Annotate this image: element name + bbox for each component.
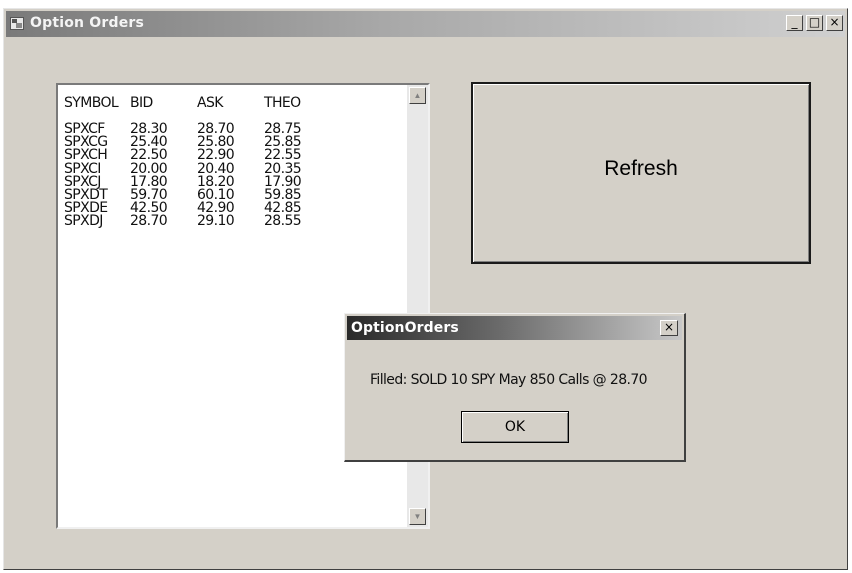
minimize-button[interactable]: _ <box>786 15 803 31</box>
ask-cell: 29.10 <box>197 213 235 230</box>
scroll-up-button[interactable]: ▲ <box>409 87 426 104</box>
close-button[interactable]: × <box>826 15 843 31</box>
theo-cell: 28.55 <box>264 213 302 230</box>
header-symbol: SYMBOL <box>64 95 119 111</box>
filled-dialog: OptionOrders × Filled: SOLD 10 SPY May 8… <box>344 313 686 462</box>
header-ask: ASK <box>197 95 223 111</box>
dialog-title-bar[interactable]: OptionOrders × <box>347 316 682 340</box>
dialog-title: OptionOrders <box>351 320 459 336</box>
dialog-close-button[interactable]: × <box>660 320 678 336</box>
app-icon[interactable] <box>10 17 24 30</box>
window-title: Option Orders <box>30 15 145 31</box>
dialog-message: Filled: SOLD 10 SPY May 850 Calls @ 28.7… <box>370 372 648 388</box>
title-bar[interactable]: Option Orders _ □ × <box>6 11 845 37</box>
option-quotes-list[interactable]: SYMBOL BID ASK THEO SPXCF 28.30 28.70 28… <box>56 83 430 529</box>
maximize-button[interactable]: □ <box>806 15 823 31</box>
ok-button[interactable]: OK <box>461 411 569 443</box>
refresh-button[interactable]: Refresh <box>471 82 811 264</box>
main-window: Option Orders _ □ × SYMBOL BID ASK THEO … <box>3 8 848 570</box>
bid-cell: 28.70 <box>130 213 168 230</box>
scroll-down-button[interactable]: ▼ <box>409 508 426 525</box>
symbol-cell: SPXDJ <box>64 213 103 230</box>
header-bid: BID <box>130 95 153 111</box>
header-theo: THEO <box>264 95 301 111</box>
